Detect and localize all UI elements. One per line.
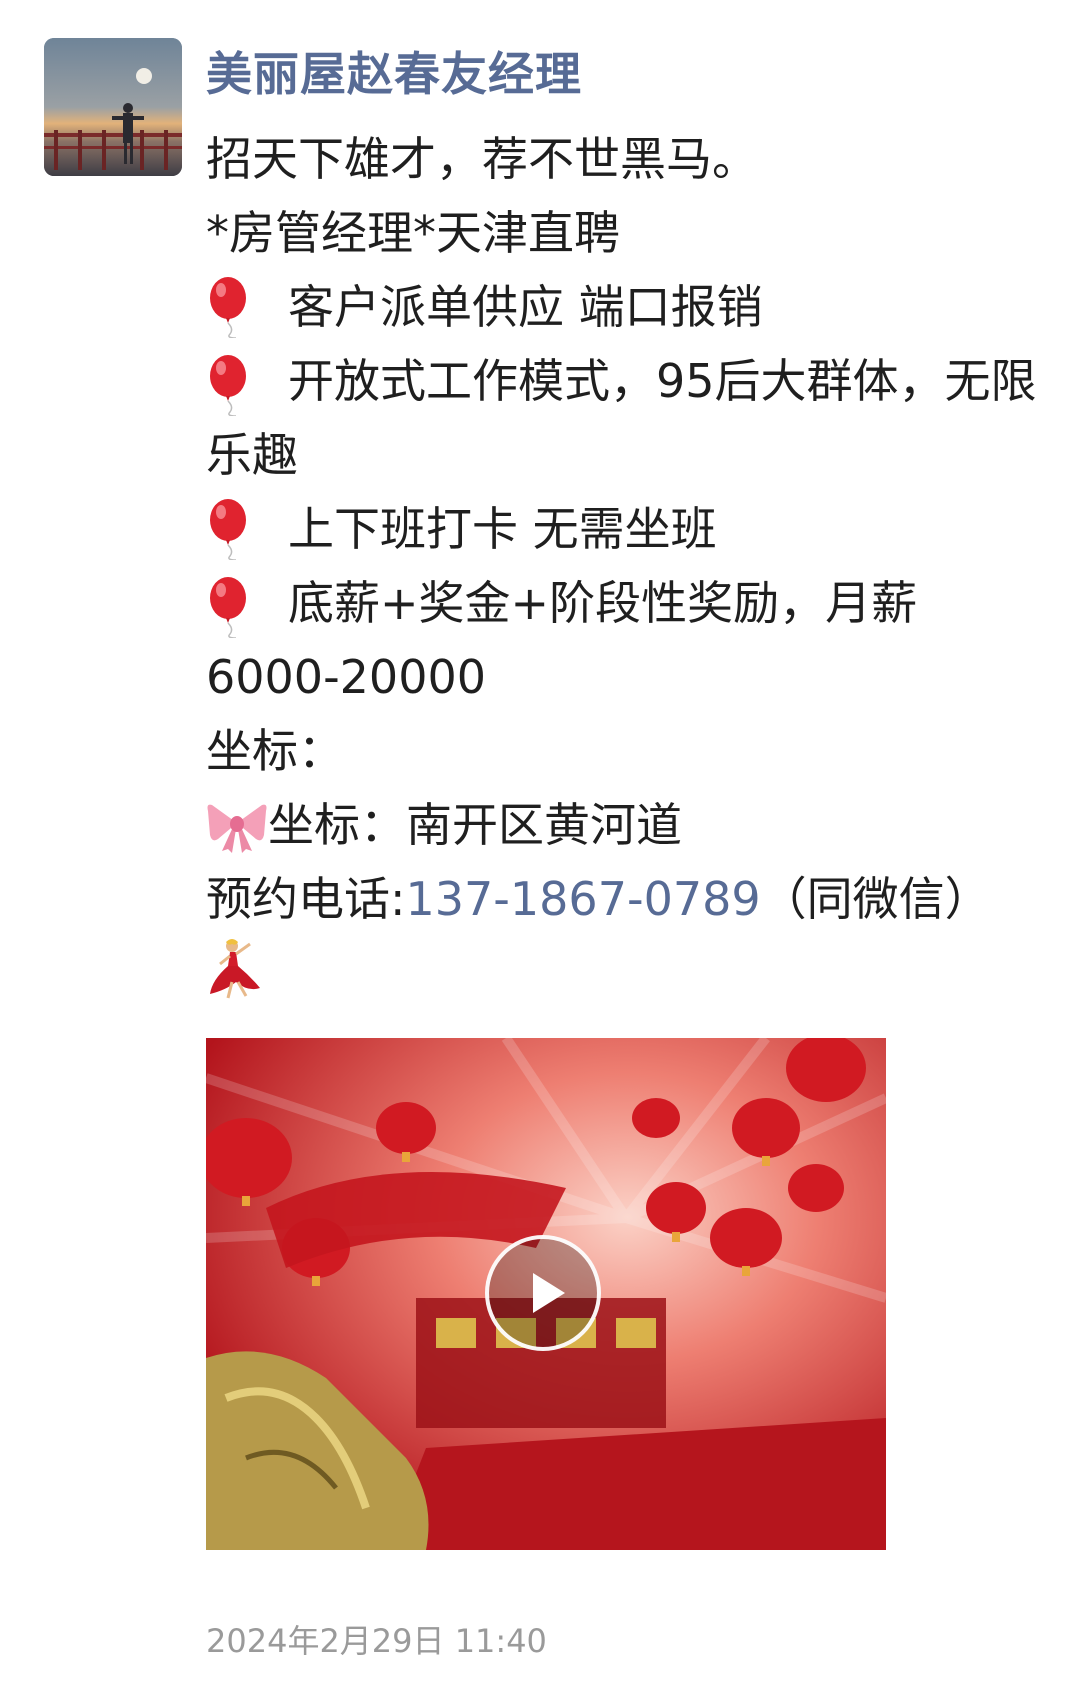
bullet-item: 底薪+奖金+阶段性奖励，月薪6000-20000 [206, 566, 1046, 714]
balloon-icon [206, 576, 254, 639]
post-line: 坐标： [206, 724, 344, 778]
bullet-item: 客户派单供应 端口报销 [206, 270, 1046, 344]
bullet-text: 开放式工作模式，95后大群体，无限乐趣 [206, 354, 1037, 482]
avatar-image [44, 38, 182, 176]
video-thumbnail[interactable] [206, 1038, 886, 1550]
bullet-item: 上下班打卡 无需坐班 [206, 492, 1046, 566]
balloon-icon [206, 276, 254, 339]
play-button[interactable] [485, 1235, 601, 1351]
author-avatar[interactable] [44, 38, 182, 176]
post-line: *房管经理*天津直聘 [206, 206, 620, 260]
post-timestamp: 2024年2月29日 11:40 [206, 1622, 547, 1660]
bullet-text: 客户派单供应 端口报销 [288, 280, 763, 334]
post-content: 招天下雄才，荐不世黑马。 *房管经理*天津直聘 客户派单供应 端口报销 开放式工… [206, 122, 1046, 1000]
balloon-icon [206, 498, 254, 561]
author-name[interactable]: 美丽屋赵春友经理 [206, 42, 582, 106]
dancer-icon [206, 936, 264, 1000]
post-line [206, 936, 1046, 1000]
phone-link[interactable]: 137-1867-0789 [406, 862, 761, 936]
bullet-item: 开放式工作模式，95后大群体，无限乐趣 [206, 344, 1046, 492]
play-icon [533, 1273, 565, 1313]
phone-suffix: （同微信） [760, 872, 991, 926]
bullet-text: 上下班打卡 无需坐班 [288, 502, 717, 556]
phone-line: 预约电话: 137-1867-0789 （同微信） [206, 862, 1046, 936]
ribbon-bow-icon [206, 797, 268, 853]
coordinate-line: 坐标：南开区黄河道 [206, 788, 1046, 862]
balloon-icon [206, 354, 254, 417]
coordinate-text: 坐标：南开区黄河道 [268, 798, 682, 852]
phone-prefix: 预约电话: [206, 872, 406, 926]
bullet-text: 底薪+奖金+阶段性奖励，月薪6000-20000 [206, 576, 918, 704]
post-line: 招天下雄才，荐不世黑马。 [206, 132, 758, 186]
